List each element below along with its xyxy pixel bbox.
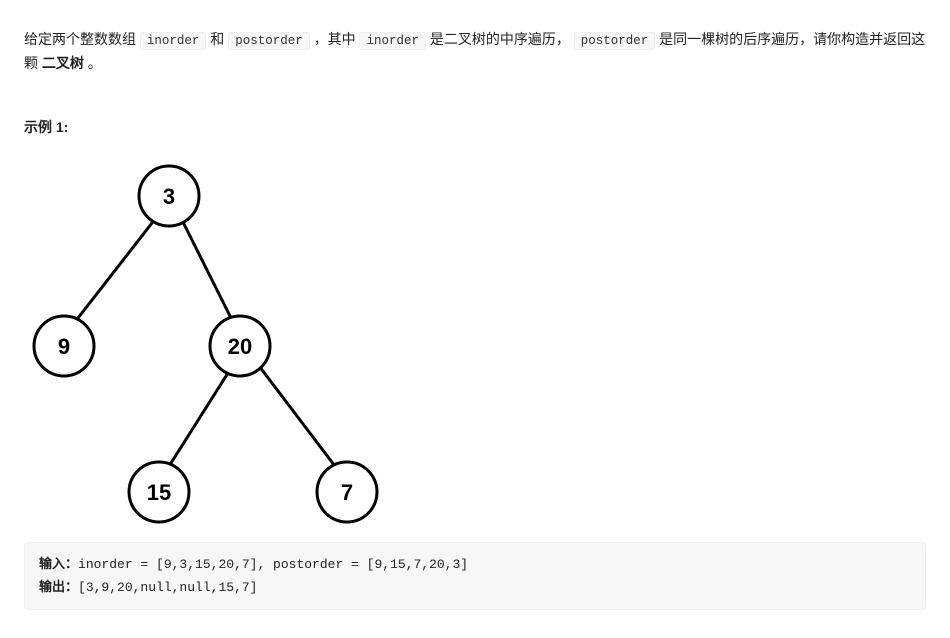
tree-node-label: 7 [341,480,353,505]
tree-node-label: 20 [228,334,252,359]
input-value: inorder = [9,3,15,20,7], postorder = [9,… [78,557,468,572]
inline-code: inorder [140,32,207,50]
tree-node-label: 9 [58,334,70,359]
tree-edge [250,354,347,482]
desc-text: 和 [206,31,228,47]
desc-text: ，其中 [310,31,360,47]
binary-tree-diagram: 3 9 20 15 7 [24,154,384,534]
desc-emphasis: 二叉树 [42,55,84,71]
tree-node-label: 15 [147,480,171,505]
output-value: [3,9,20,null,null,15,7] [78,580,257,595]
tree-edge [64,214,159,336]
input-label: 输入： [39,556,78,571]
inline-code: postorder [574,32,656,50]
problem-description: 给定两个整数数组 inorder 和 postorder ，其中 inorder… [24,28,926,76]
desc-text: 给定两个整数数组 [24,31,140,47]
inline-code: postorder [228,32,310,50]
output-label: 输出： [39,579,78,594]
desc-text: 是二叉树的中序遍历， [426,31,574,47]
tree-node-label: 3 [163,184,175,209]
example-code-block: 输入：inorder = [9,3,15,20,7], postorder = … [24,542,926,610]
example-title: 示例 1: [24,116,926,140]
inline-code: inorder [359,32,426,50]
desc-text: 。 [84,55,102,71]
